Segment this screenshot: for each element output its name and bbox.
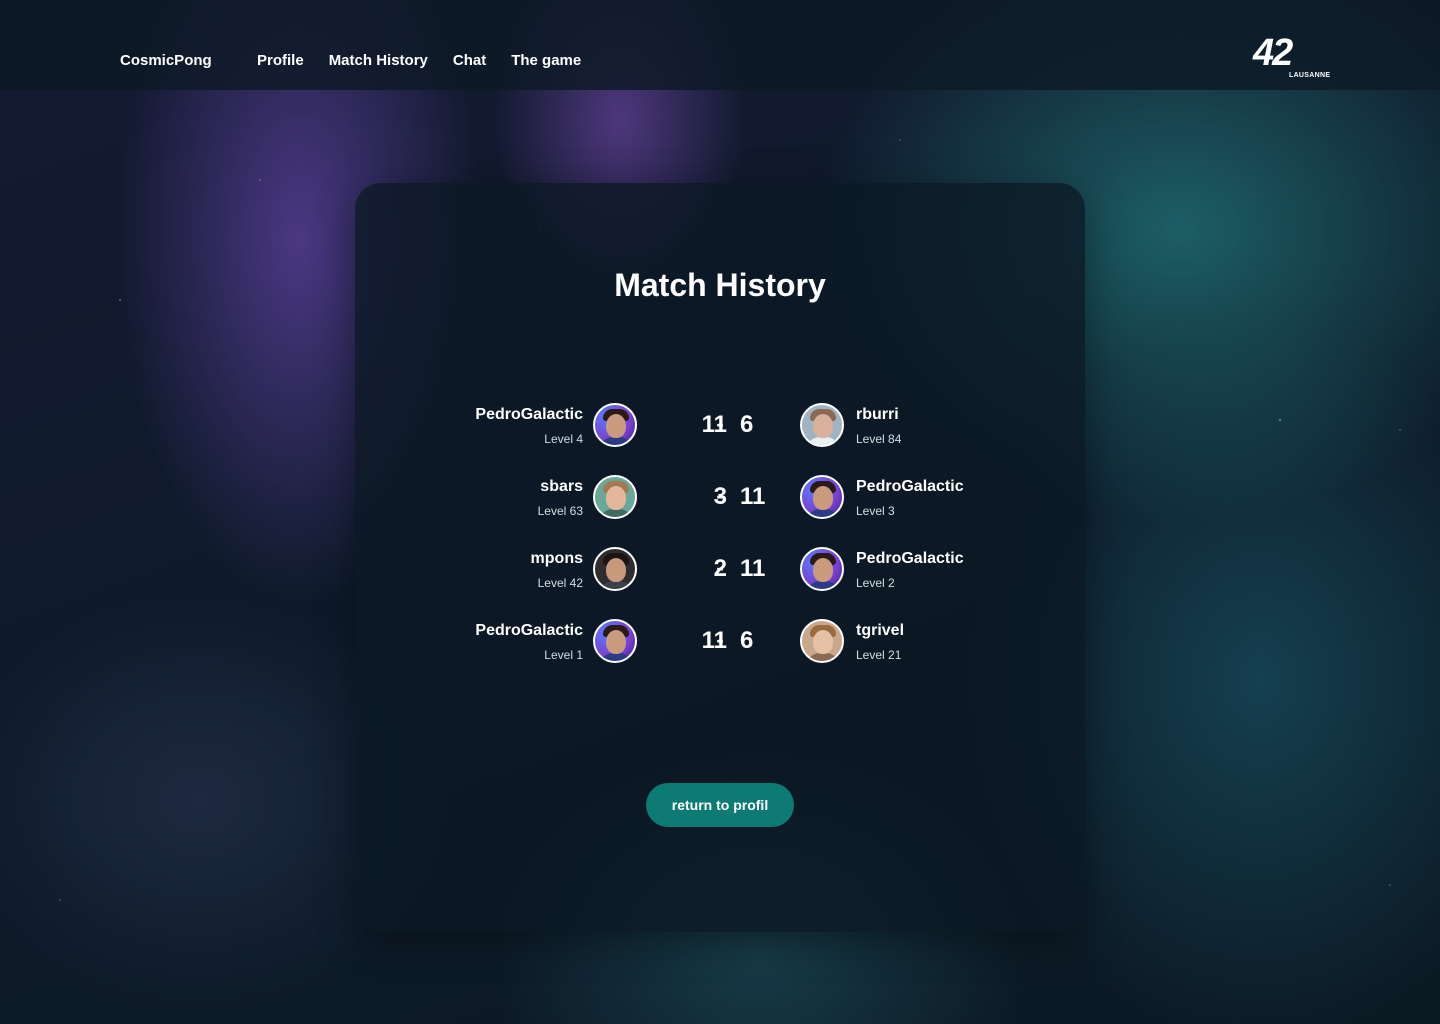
match-row: sbars Level 63 3 - 11 PedroGalactic Leve…: [355, 475, 1085, 547]
left-player: PedroGalactic Level 1: [435, 619, 583, 662]
left-player-level: Level 4: [544, 432, 583, 446]
left-player-level: Level 42: [537, 576, 583, 590]
right-player-avatar[interactable]: [800, 403, 844, 447]
score-separator: -: [716, 483, 724, 508]
right-player: tgrivel Level 21: [856, 619, 1016, 662]
left-player-avatar[interactable]: [593, 547, 637, 591]
score-separator: -: [716, 555, 724, 580]
right-player: rburri Level 84: [856, 403, 1016, 446]
nav-link-profile[interactable]: Profile: [257, 52, 304, 69]
match-history-card: Match History PedroGalactic Level 4 11 -…: [355, 183, 1085, 932]
left-player-avatar[interactable]: [593, 403, 637, 447]
right-player-avatar[interactable]: [800, 619, 844, 663]
match-row: PedroGalactic Level 1 11 - 6 tgrivel Lev…: [355, 619, 1085, 691]
right-player-level: Level 3: [856, 504, 895, 518]
score-separator: -: [716, 627, 724, 652]
left-player-name[interactable]: mpons: [435, 550, 583, 568]
left-player: PedroGalactic Level 4: [435, 403, 583, 446]
right-score: 11: [740, 555, 766, 582]
score-separator: -: [716, 411, 724, 436]
right-score: 11: [740, 483, 766, 510]
right-player-name[interactable]: tgrivel: [856, 622, 1016, 640]
return-to-profile-button[interactable]: return to profil: [646, 783, 794, 827]
right-player-name[interactable]: PedroGalactic: [856, 478, 1016, 496]
right-player-level: Level 21: [856, 648, 902, 662]
nav-links: Profile Match History Chat The game: [257, 52, 581, 69]
right-player: PedroGalactic Level 2: [856, 547, 1016, 590]
logo-subtitle: LAUSANNE: [1289, 72, 1331, 79]
logo-number: 42: [1253, 32, 1293, 74]
right-player-name[interactable]: PedroGalactic: [856, 550, 1016, 568]
brand-name[interactable]: CosmicPong: [120, 52, 212, 69]
right-player: PedroGalactic Level 3: [856, 475, 1016, 518]
left-player: sbars Level 63: [435, 475, 583, 518]
left-player-avatar[interactable]: [593, 475, 637, 519]
match-list: PedroGalactic Level 4 11 - 6 rburri Leve…: [355, 403, 1085, 691]
right-player-level: Level 2: [856, 576, 895, 590]
match-row: mpons Level 42 2 - 11 PedroGalactic Leve…: [355, 547, 1085, 619]
match-row: PedroGalactic Level 4 11 - 6 rburri Leve…: [355, 403, 1085, 475]
right-player-avatar[interactable]: [800, 547, 844, 591]
nav-link-chat[interactable]: Chat: [453, 52, 486, 69]
nav-link-the-game[interactable]: The game: [511, 52, 581, 69]
left-player-name[interactable]: PedroGalactic: [435, 622, 583, 640]
right-score: 6: [740, 627, 754, 654]
right-player-level: Level 84: [856, 432, 902, 446]
right-player-avatar[interactable]: [800, 475, 844, 519]
left-player-name[interactable]: PedroGalactic: [435, 406, 583, 424]
nav-link-match-history[interactable]: Match History: [329, 52, 428, 69]
school-logo[interactable]: 42 LAUSANNE: [1253, 32, 1331, 84]
right-player-name[interactable]: rburri: [856, 406, 1016, 424]
left-player-avatar[interactable]: [593, 619, 637, 663]
left-player-name[interactable]: sbars: [435, 478, 583, 496]
left-player-level: Level 63: [537, 504, 583, 518]
page-title: Match History: [614, 267, 826, 303]
top-navbar: CosmicPong Profile Match History Chat Th…: [0, 0, 1440, 90]
left-player: mpons Level 42: [435, 547, 583, 590]
left-player-level: Level 1: [544, 648, 583, 662]
right-score: 6: [740, 411, 754, 438]
